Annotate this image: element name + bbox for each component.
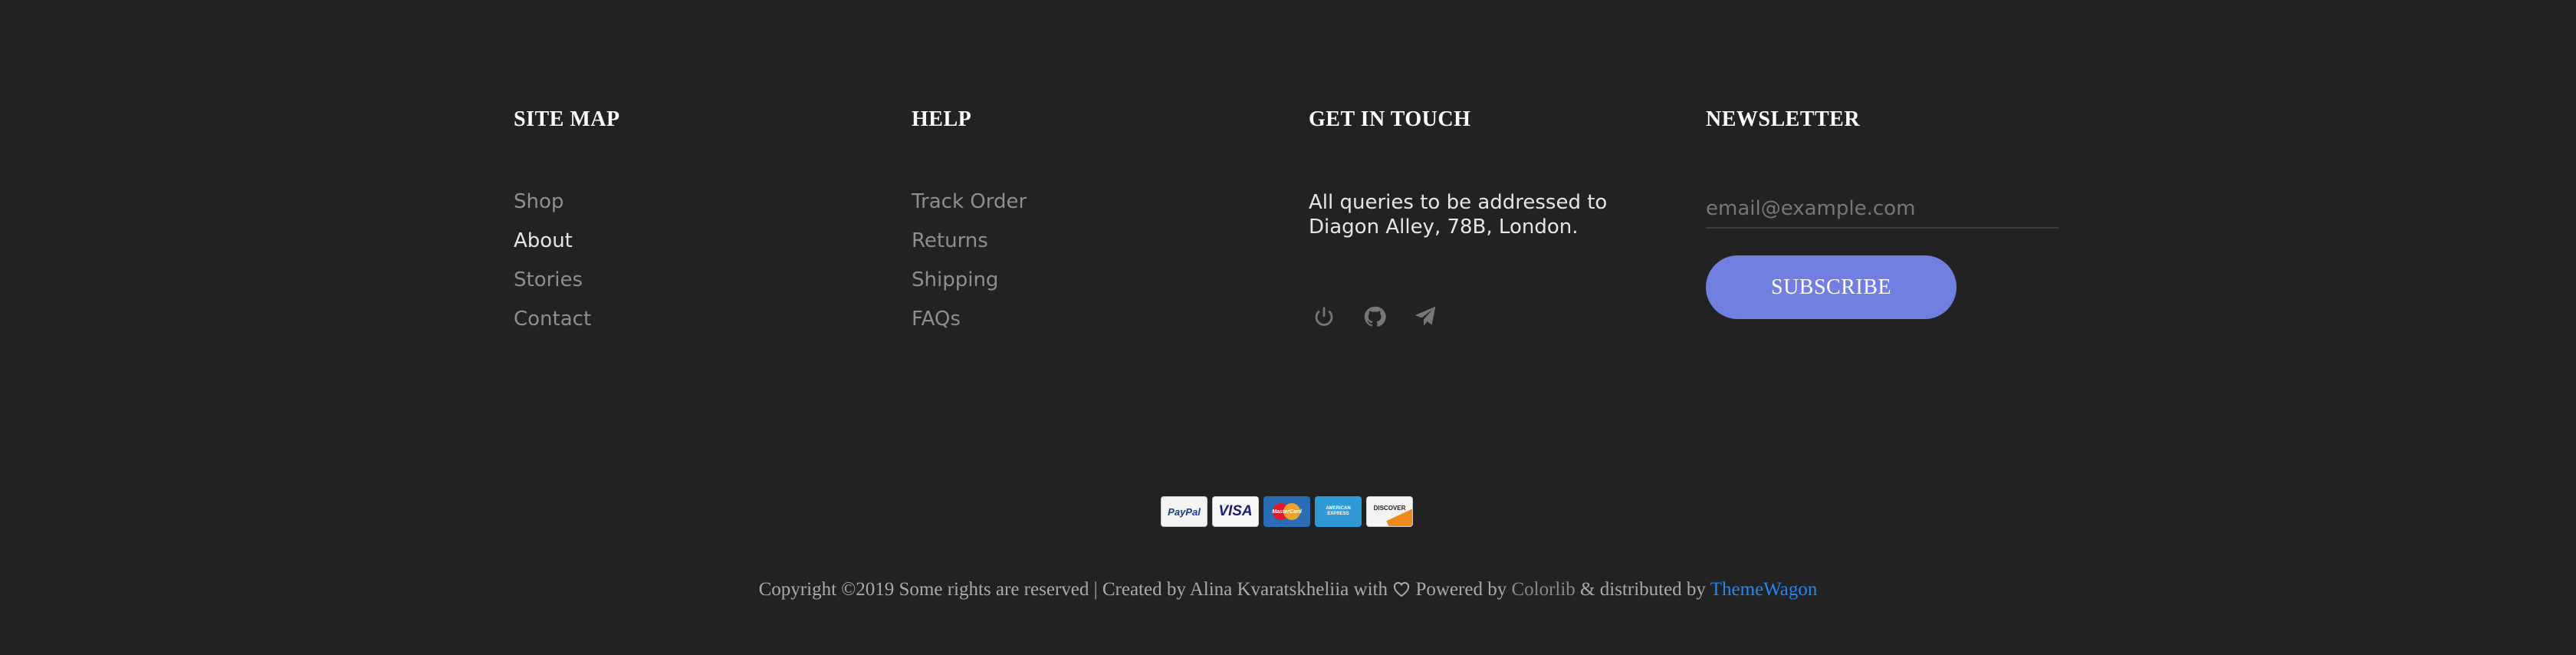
footer-link-contact[interactable]: Contact [514,308,591,347]
discover-icon: DISCOVER [1366,496,1413,527]
footer-link-about[interactable]: About [514,229,591,268]
paypal-icon: PayPal [1161,496,1208,527]
help-links: Track Order Returns Shipping FAQs [912,190,1027,347]
footer: SITE MAP Shop About Stories Contact HELP… [0,0,2576,655]
subscribe-button[interactable]: SUBSCRIBE [1706,255,1957,319]
newsletter-heading: NEWSLETTER [1706,107,1861,131]
email-input[interactable] [1706,190,2058,229]
footer-link-track-order[interactable]: Track Order [912,190,1027,229]
contact-column: GET IN TOUCH All queries to be addressed… [1309,106,1669,327]
newsletter-column: NEWSLETTER SUBSCRIBE [1706,106,2066,319]
site-map-column: SITE MAP Shop About Stories Contact [514,106,620,331]
distributed-by-text: & distributed by [1580,579,1706,600]
contact-address: All queries to be addressed to Diagon Al… [1309,191,1608,239]
copyright: Copyright ©2019 Some rights are reserved… [0,578,2576,604]
social-links [1309,301,1441,332]
help-heading: HELP [912,107,972,131]
visa-icon: VISA [1212,496,1259,527]
help-column: HELP Track Order Returns Shipping FAQs [912,106,1027,331]
footer-link-shipping[interactable]: Shipping [912,268,1027,308]
copyright-text: Copyright ©2019 Some rights are reserved… [758,579,1388,600]
footer-link-returns[interactable]: Returns [912,229,1027,268]
payment-methods: PayPal VISA MasterCard AMERICAN EXPRESS … [1161,496,1413,527]
themewagon-link[interactable]: ThemeWagon [1710,579,1818,600]
footer-link-stories[interactable]: Stories [514,268,591,308]
colorlib-link[interactable]: Colorlib [1511,579,1575,600]
heart-icon [1392,580,1411,604]
site-map-heading: SITE MAP [514,107,620,131]
footer-link-faqs[interactable]: FAQs [912,308,1027,347]
site-map-links: Shop About Stories Contact [514,190,591,347]
contact-heading: GET IN TOUCH [1309,107,1471,131]
github-icon[interactable] [1359,301,1390,332]
amex-icon: AMERICAN EXPRESS [1315,496,1362,527]
power-icon[interactable] [1309,301,1339,332]
send-icon[interactable] [1410,301,1441,332]
footer-link-shop[interactable]: Shop [514,190,591,229]
powered-by-text: Powered by [1415,579,1507,600]
mastercard-icon: MasterCard [1263,496,1310,527]
